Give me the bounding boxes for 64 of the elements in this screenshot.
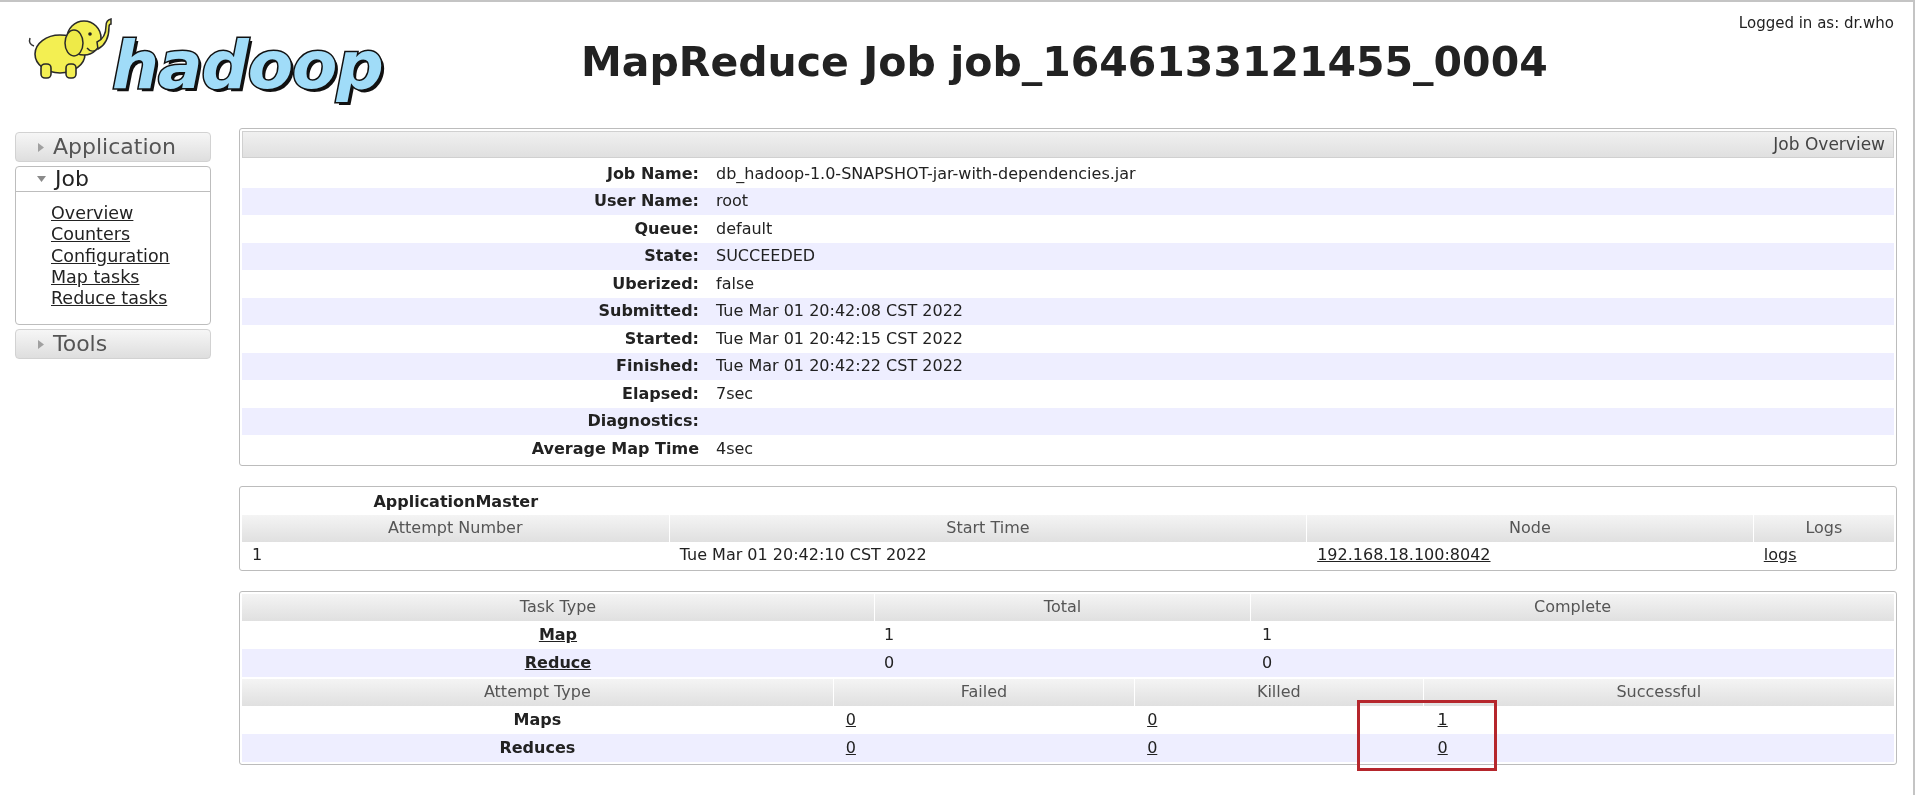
field-label: Diagnostics: [586,410,700,433]
field-value: Tue Mar 01 20:42:22 CST 2022 [715,355,964,378]
count-text: 1 [1262,623,1273,646]
field-value: db_hadoop-1.0-SNAPSHOT-jar-with-dependencies.jar [715,162,1137,185]
sidebar-link[interactable]: Configuration [51,245,170,267]
field-value: Tue Mar 01 20:42:15 CST 2022 [715,327,964,350]
field-value: Tue Mar 01 20:42:08 CST 2022 [715,300,964,323]
column-header: Complete [1251,593,1894,621]
sidebar-link[interactable]: Counters [51,224,131,246]
start-time-text: Tue Mar 01 20:42:10 CST 2022 [679,543,927,566]
task-type-link[interactable]: Reduce [524,650,592,675]
count-link[interactable]: 0 [1147,707,1158,732]
count-link[interactable]: 1 [1437,707,1448,732]
count-text: 0 [1262,651,1273,674]
field-label: Average Map Time [530,437,700,460]
attempt-type-label: Maps [513,708,562,731]
column-header: Successful [1423,678,1894,706]
field-label: State: [643,245,700,268]
field-value: default [715,217,774,240]
count-link[interactable]: 0 [1437,735,1448,760]
count-text: 0 [883,651,895,674]
column-header: Attempt Number [242,514,669,542]
column-header: Failed [833,678,1135,706]
attempt-type-label: Reduces [499,736,576,759]
column-header: Task Type [242,593,874,621]
count-link[interactable]: 0 [845,735,856,760]
field-value: 4sec [715,437,755,460]
column-header: Killed [1135,678,1423,706]
sidebar-link[interactable]: Reduce tasks [51,288,168,310]
field-label: Queue: [633,217,700,240]
login-status: Logged in as: dr.who [1738,16,1894,31]
column-header: Total [874,593,1251,621]
count-link[interactable]: 0 [845,707,856,732]
field-value: false [715,272,756,295]
field-value: root [715,190,750,213]
field-label: Job Name: [605,162,700,185]
field-label: Uberized: [611,272,700,295]
column-header: Node [1307,514,1753,542]
caret-right-icon [38,340,44,349]
count-text: 1 [883,623,895,646]
count-link[interactable]: 0 [1147,735,1158,760]
field-label: User Name: [593,190,700,213]
field-label: Submitted: [597,300,700,323]
sidebar-section-header[interactable]: Job [16,167,210,192]
column-header: Logs [1753,514,1894,542]
field-label: Started: [623,327,700,350]
sidebar-section-header[interactable]: Tools [15,329,211,360]
attempt-number-text: 1 [252,543,263,566]
panel-header: Job Overview [242,131,1894,158]
caret-right-icon [38,142,44,152]
sidebar-link[interactable]: Overview [51,203,134,225]
field-value: 7sec [715,382,755,405]
field-label: Elapsed: [621,382,700,405]
sidebar-section-header[interactable]: Application [15,132,211,162]
field-value: SUCCEEDED [715,245,817,268]
table-caption: ApplicationMaster [372,490,540,513]
field-label: Finished: [615,355,700,378]
column-header: Start Time [669,514,1307,542]
logs-link[interactable]: logs [1763,542,1797,567]
task-type-link[interactable]: Map [538,622,578,647]
column-header: Attempt Type [242,678,833,706]
sidebar-link[interactable]: Map tasks [51,266,140,289]
node-link[interactable]: 192.168.18.100:8042 [1317,542,1491,567]
caret-down-icon [37,176,46,182]
